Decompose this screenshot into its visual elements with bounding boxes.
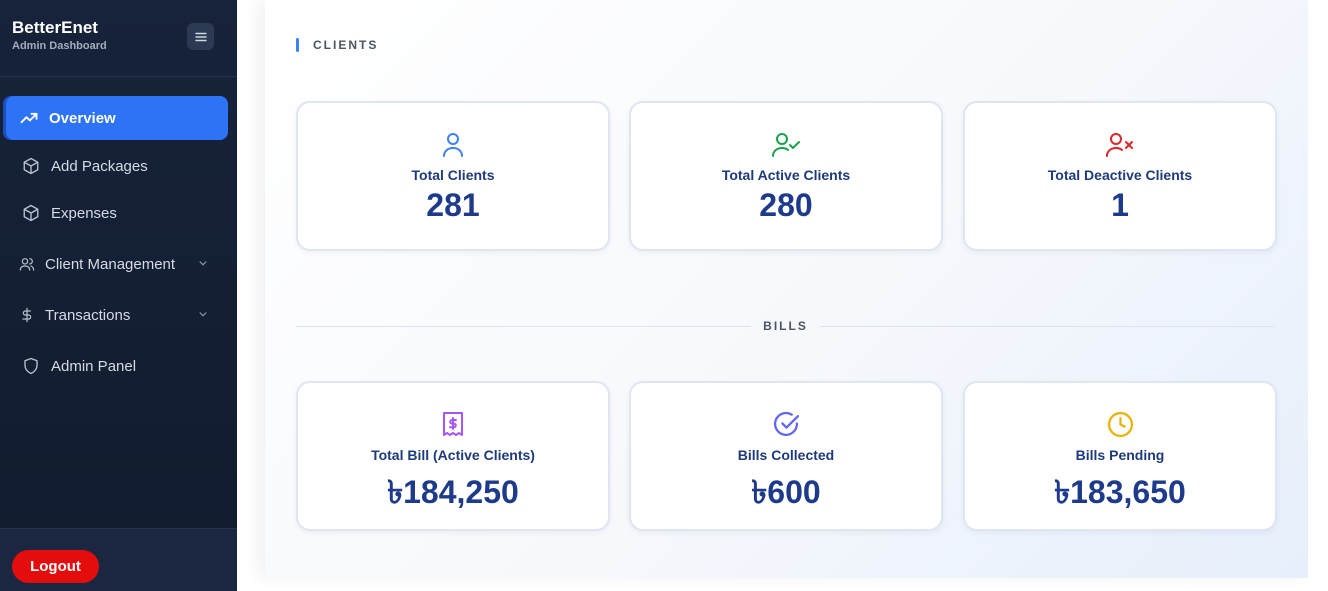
bills-section-divider: BILLS bbox=[296, 318, 1275, 334]
stat-title: Bills Pending bbox=[1075, 447, 1165, 463]
check-circle-icon bbox=[631, 411, 941, 439]
sidebar-item-label: Expenses bbox=[51, 204, 117, 222]
package-icon bbox=[20, 155, 42, 177]
sidebar: BetterEnet Admin Dashboard Overview Add … bbox=[0, 0, 237, 591]
dollar-icon bbox=[16, 304, 38, 326]
sidebar-item-transactions[interactable]: Transactions bbox=[3, 293, 228, 337]
logout-button[interactable]: Logout bbox=[12, 550, 99, 583]
sidebar-item-overview[interactable]: Overview bbox=[3, 96, 228, 140]
stat-value: 280 bbox=[759, 187, 813, 223]
sidebar-item-label: Add Packages bbox=[51, 157, 148, 175]
menu-toggle-button[interactable] bbox=[187, 23, 214, 50]
stat-title: Total Clients bbox=[411, 167, 495, 183]
stat-value: ৳184,250 bbox=[387, 474, 519, 510]
stat-card-total-bill: Total Bill (Active Clients) ৳184,250 bbox=[296, 381, 610, 531]
user-x-icon bbox=[965, 131, 1275, 159]
user-icon bbox=[298, 131, 608, 159]
stat-value: ৳183,650 bbox=[1054, 474, 1186, 510]
stat-title: Total Bill (Active Clients) bbox=[371, 447, 535, 463]
stat-title: Total Deactive Clients bbox=[1047, 167, 1193, 183]
sidebar-item-add-packages[interactable]: Add Packages bbox=[3, 144, 228, 188]
sidebar-divider bbox=[0, 76, 237, 77]
stat-value: 281 bbox=[426, 187, 480, 223]
receipt-icon bbox=[298, 411, 608, 439]
main-content: CLIENTS Total Clients 281 Total Active C… bbox=[265, 0, 1308, 578]
sidebar-item-label: Transactions bbox=[45, 306, 131, 324]
stat-card-bills-collected: Bills Collected ৳600 bbox=[629, 381, 943, 531]
package-icon bbox=[20, 202, 42, 224]
stat-card-total-clients: Total Clients 281 bbox=[296, 101, 610, 251]
sidebar-item-expenses[interactable]: Expenses bbox=[3, 191, 228, 235]
trending-up-icon bbox=[18, 107, 40, 129]
divider-line bbox=[820, 326, 1275, 327]
stat-value: 1 bbox=[1111, 187, 1129, 223]
clients-section-header: CLIENTS bbox=[296, 38, 378, 52]
shield-icon bbox=[20, 355, 42, 377]
section-label: CLIENTS bbox=[313, 38, 379, 52]
brand-title: BetterEnet bbox=[12, 18, 98, 37]
stat-title: Bills Collected bbox=[737, 447, 835, 463]
chevron-down-icon bbox=[199, 261, 207, 266]
sidebar-item-client-management[interactable]: Client Management bbox=[3, 242, 228, 286]
stat-card-bills-pending: Bills Pending ৳183,650 bbox=[963, 381, 1277, 531]
sidebar-item-label: Client Management bbox=[45, 255, 176, 273]
stat-card-total-active-clients: Total Active Clients 280 bbox=[629, 101, 943, 251]
hamburger-icon bbox=[194, 32, 207, 41]
section-accent-bar bbox=[296, 38, 299, 52]
sidebar-item-admin-panel[interactable]: Admin Panel bbox=[3, 344, 228, 388]
stat-title: Total Active Clients bbox=[721, 167, 851, 183]
sidebar-item-label: Overview bbox=[49, 109, 116, 127]
user-check-icon bbox=[631, 131, 941, 159]
stat-value: ৳600 bbox=[751, 474, 821, 510]
users-icon bbox=[16, 253, 38, 275]
brand-subtitle: Admin Dashboard bbox=[12, 40, 107, 52]
sidebar-item-label: Admin Panel bbox=[51, 357, 137, 375]
chevron-down-icon bbox=[199, 312, 207, 317]
clock-icon bbox=[965, 411, 1275, 439]
stat-card-total-deactive-clients: Total Deactive Clients 1 bbox=[963, 101, 1277, 251]
brand: BetterEnet Admin Dashboard bbox=[12, 18, 107, 52]
